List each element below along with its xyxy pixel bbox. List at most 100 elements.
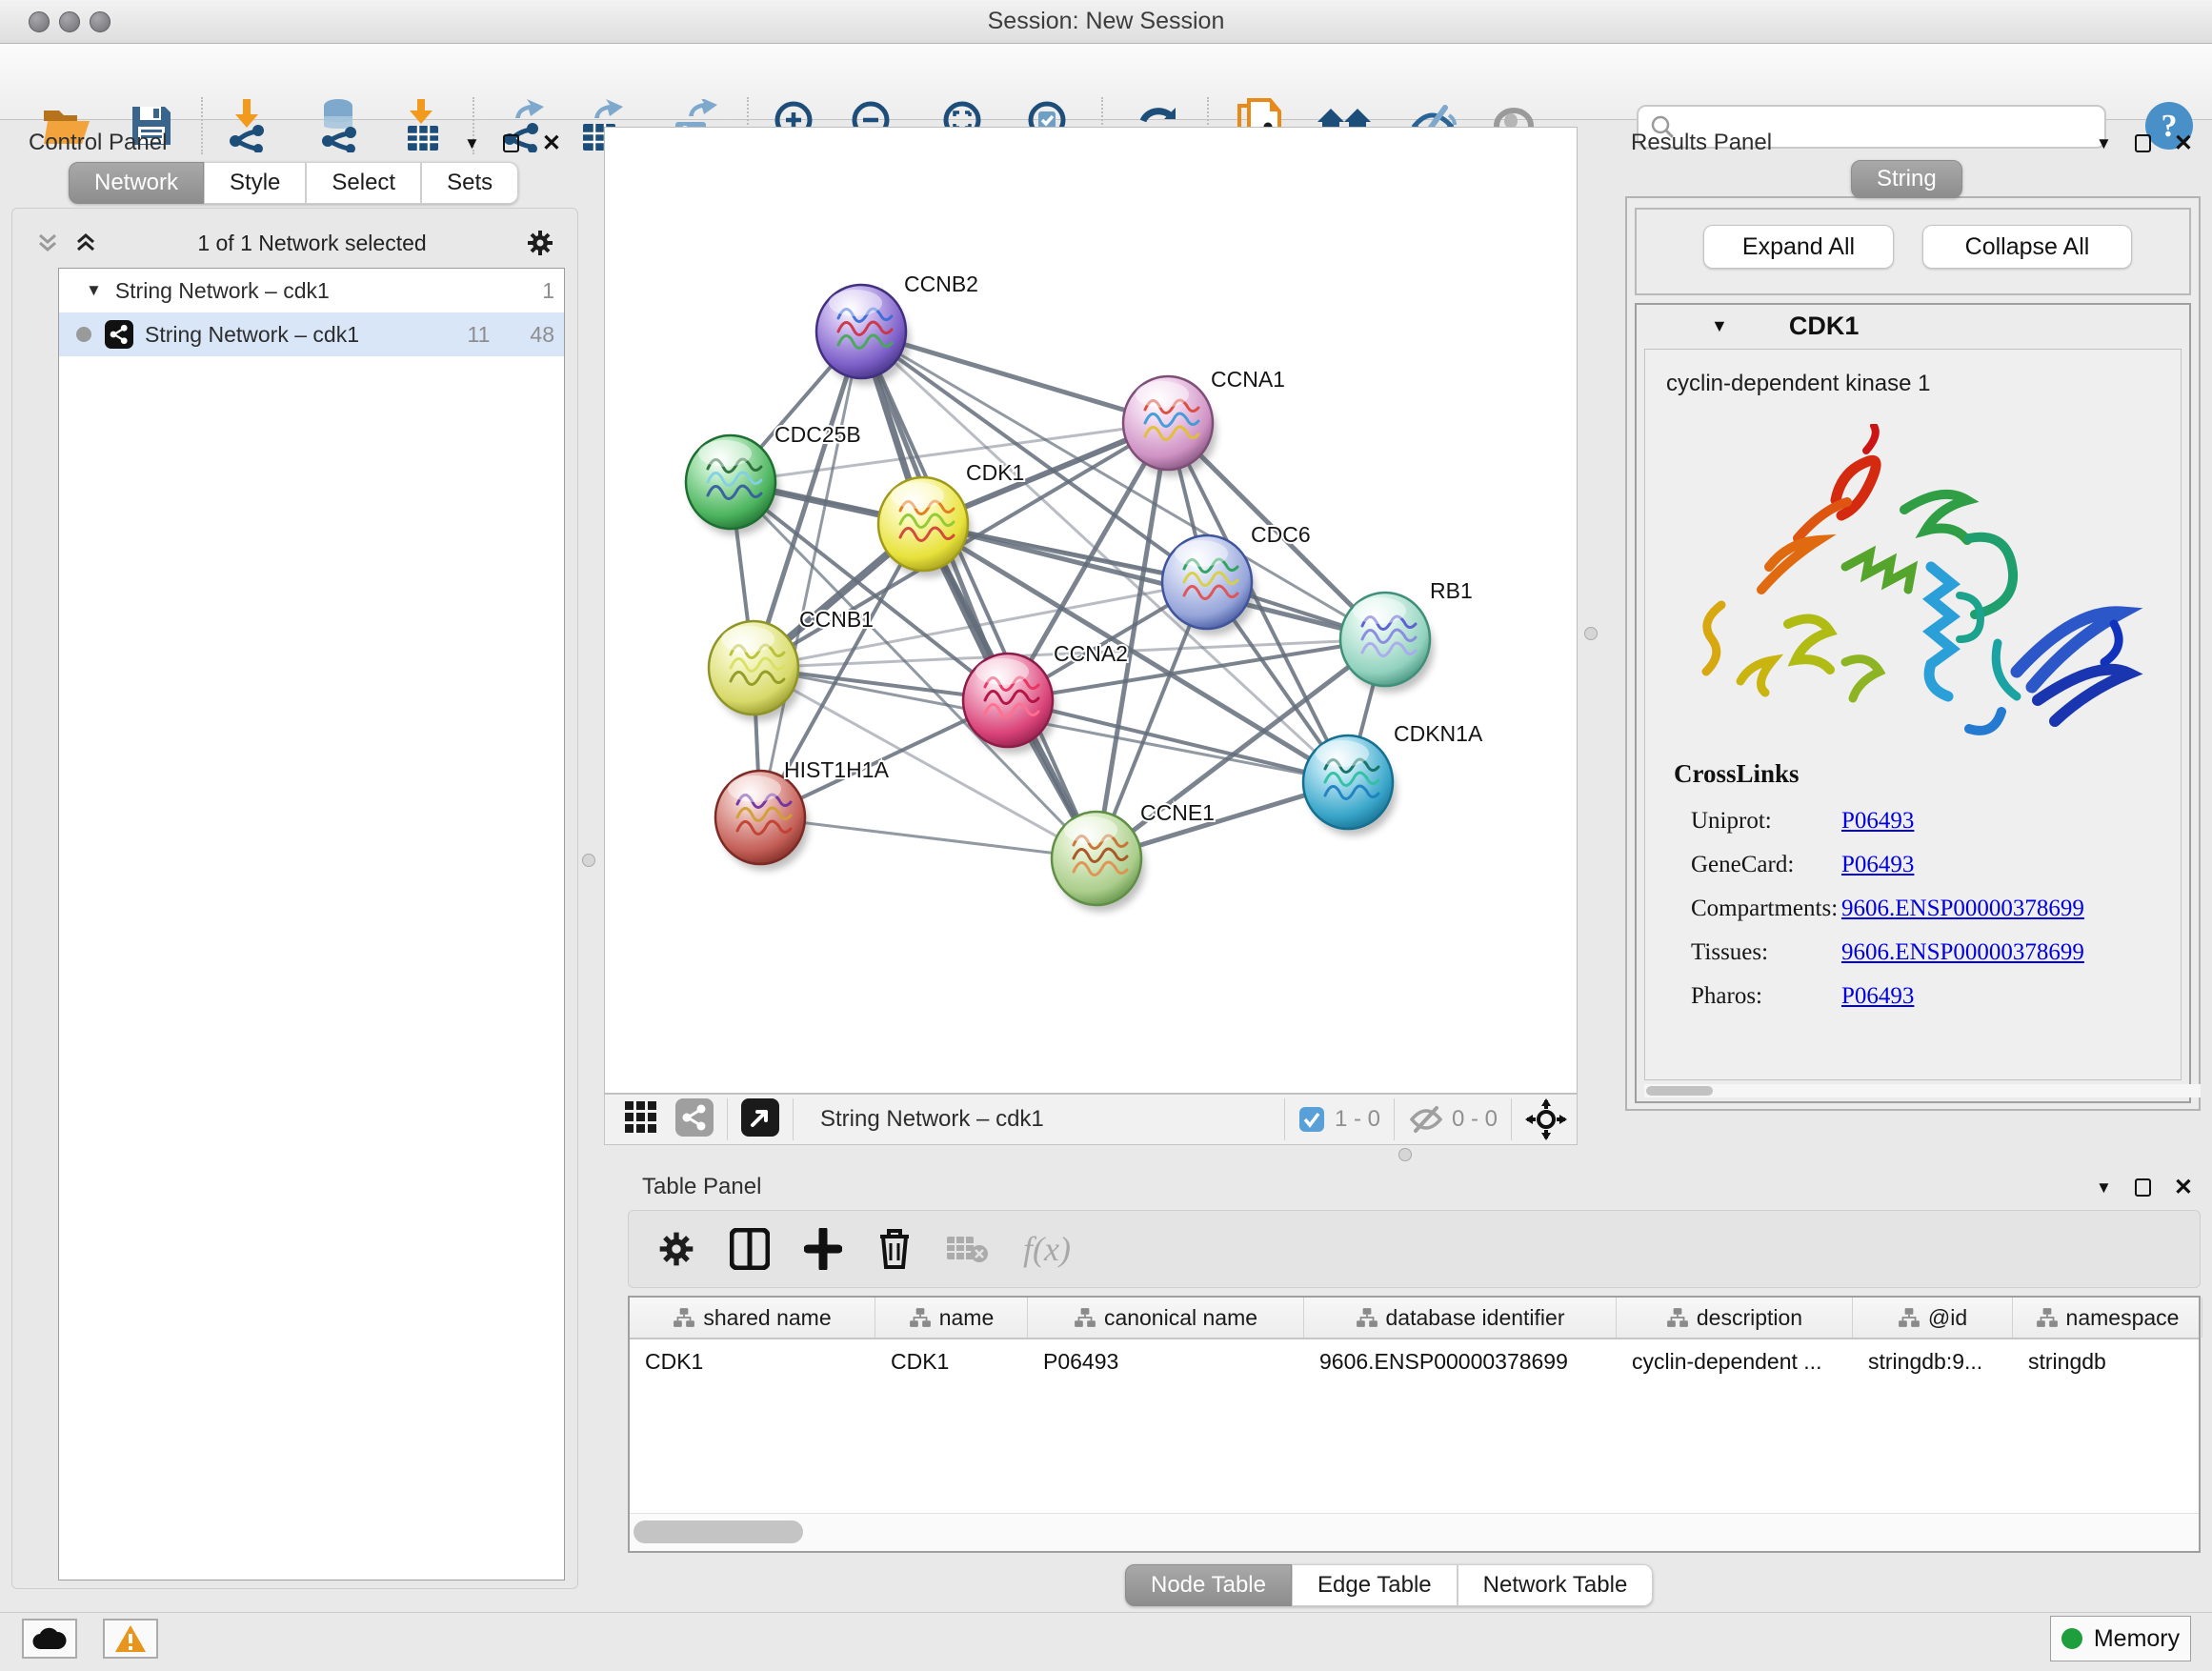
- table-row[interactable]: CDK1CDK1P064939606.ENSP00000378699cyclin…: [630, 1339, 2199, 1383]
- network-selection-status: 1 of 1 Network selected: [98, 231, 526, 256]
- left-splitter-handle[interactable]: [582, 854, 595, 867]
- import-network-file-icon[interactable]: [215, 93, 278, 158]
- right-splitter-handle[interactable]: [1584, 627, 1598, 640]
- table-gear-icon[interactable]: [657, 1230, 695, 1268]
- hidden-eye-icon: [1408, 1105, 1444, 1134]
- show-columns-icon[interactable]: [730, 1228, 770, 1270]
- results-tab-string[interactable]: String: [1851, 160, 1962, 198]
- table-cell[interactable]: 9606.ENSP00000378699: [1304, 1339, 1617, 1383]
- tab-network-table[interactable]: Network Table: [1458, 1564, 1654, 1606]
- tab-select[interactable]: Select: [306, 162, 421, 204]
- table-panel-collapse-icon[interactable]: ▼: [2096, 1178, 2112, 1198]
- table-cell[interactable]: stringdb:9...: [1853, 1339, 2013, 1383]
- crosslink-link[interactable]: P06493: [1841, 983, 1914, 1010]
- node-label: CDC6: [1251, 522, 1311, 547]
- node-layer: [686, 285, 1434, 912]
- expand-all-button[interactable]: Expand All: [1703, 225, 1894, 269]
- window-close-button[interactable]: [29, 11, 50, 32]
- node-CCNA2[interactable]: [963, 654, 1056, 754]
- column-header-sharedname[interactable]: shared name: [630, 1298, 875, 1338]
- crosslink-link[interactable]: P06493: [1841, 852, 1914, 878]
- gene-name: CDK1: [1789, 312, 1860, 341]
- node-label: CCNE1: [1140, 800, 1215, 825]
- results-panel-close-icon[interactable]: ✕: [2174, 130, 2193, 157]
- crosslink-link[interactable]: P06493: [1841, 808, 1914, 835]
- main-toolbar: ?: [0, 44, 2212, 120]
- window-minimize-button[interactable]: [59, 11, 80, 32]
- window-zoom-button[interactable]: [90, 11, 111, 32]
- node-CCNE1[interactable]: [1052, 812, 1145, 912]
- network-options-gear-icon[interactable]: [526, 229, 554, 257]
- node-CCNA1[interactable]: [1123, 376, 1217, 476]
- table-hscrollbar[interactable]: [630, 1513, 2199, 1551]
- tree-expand-icon[interactable]: ▼: [86, 281, 102, 300]
- import-network-database-icon[interactable]: [307, 93, 370, 158]
- network-tree: ▼String Network – cdk11String Network – …: [58, 268, 565, 1580]
- gene-collapse-icon[interactable]: ▼: [1711, 316, 1728, 336]
- control-panel-close-icon[interactable]: ✕: [542, 130, 561, 157]
- network-canvas[interactable]: CCNB2CCNA1CDC25BCDK1CDC6RB1CCNB1CCNA2CDK…: [604, 127, 1578, 1094]
- tab-sets[interactable]: Sets: [421, 162, 518, 204]
- import-table-icon[interactable]: [392, 93, 454, 158]
- cloud-button[interactable]: [22, 1619, 77, 1659]
- node-CDC6[interactable]: [1162, 535, 1256, 635]
- results-panel-collapse-icon[interactable]: ▼: [2096, 134, 2112, 153]
- tab-node-table[interactable]: Node Table: [1125, 1564, 1292, 1606]
- control-panel-collapse-icon[interactable]: ▼: [464, 134, 480, 153]
- column-header-canonicalname[interactable]: canonical name: [1028, 1298, 1304, 1338]
- current-view-dot: [76, 327, 91, 342]
- control-panel-title: Control Panel: [29, 130, 167, 156]
- table-panel-close-icon[interactable]: ✕: [2174, 1174, 2193, 1201]
- node-label: CCNB1: [799, 607, 874, 632]
- control-panel-float-icon[interactable]: [503, 134, 519, 152]
- column-header-description[interactable]: description: [1617, 1298, 1853, 1338]
- table-cell[interactable]: cyclin-dependent ...: [1617, 1339, 1853, 1383]
- node-table: shared namenamecanonical namedatabase id…: [628, 1296, 2201, 1553]
- column-header-id[interactable]: @id: [1853, 1298, 2013, 1338]
- column-header-databaseidentifier[interactable]: database identifier: [1304, 1298, 1617, 1338]
- table-cell[interactable]: stringdb: [2013, 1339, 2202, 1383]
- results-hscrollbar[interactable]: [1644, 1084, 2201, 1097]
- tab-style[interactable]: Style: [204, 162, 306, 204]
- crosslink-link[interactable]: 9606.ENSP00000378699: [1841, 896, 2084, 922]
- warnings-button[interactable]: [103, 1619, 158, 1659]
- edge[interactable]: [760, 817, 1096, 858]
- delete-column-icon[interactable]: [876, 1227, 913, 1271]
- title-bar: Session: New Session: [0, 0, 2212, 44]
- network-tree-row[interactable]: String Network – cdk11148: [59, 312, 564, 356]
- memory-button[interactable]: Memory: [2050, 1616, 2191, 1661]
- collapse-all-icon[interactable]: [35, 232, 60, 254]
- add-column-icon[interactable]: [804, 1228, 842, 1270]
- network-tree-row[interactable]: ▼String Network – cdk11: [59, 269, 564, 312]
- delete-table-icon: [947, 1233, 989, 1265]
- edge[interactable]: [861, 332, 1096, 858]
- node-RB1[interactable]: [1340, 593, 1434, 693]
- table-cell[interactable]: CDK1: [875, 1339, 1028, 1383]
- collapse-all-button[interactable]: Collapse All: [1922, 225, 2132, 269]
- crosslink-link[interactable]: 9606.ENSP00000378699: [1841, 939, 2084, 966]
- pan-crosshair-icon[interactable]: [1525, 1098, 1567, 1140]
- node-CDKN1A[interactable]: [1303, 735, 1397, 836]
- bottom-splitter-handle[interactable]: [1398, 1148, 1412, 1161]
- node-label: CDC25B: [774, 422, 861, 447]
- selected-nodes-checkbox-icon[interactable]: [1298, 1106, 1325, 1133]
- column-header-namespace[interactable]: namespace: [2013, 1298, 2202, 1338]
- grid-view-icon[interactable]: [624, 1100, 658, 1139]
- network-share-icon[interactable]: [675, 1098, 714, 1141]
- tab-edge-table[interactable]: Edge Table: [1292, 1564, 1458, 1606]
- table-cell[interactable]: P06493: [1028, 1339, 1304, 1383]
- protein-structure-image: [1683, 424, 2160, 748]
- memory-label: Memory: [2094, 1625, 2180, 1653]
- expand-all-icon[interactable]: [73, 232, 98, 254]
- tab-network[interactable]: Network: [69, 162, 204, 204]
- network-view-toolbar: String Network – cdk1 1 - 0 0 - 0: [604, 1094, 1578, 1145]
- hidden-count: 0 - 0: [1452, 1106, 1498, 1133]
- node-CDC25B[interactable]: [686, 435, 779, 535]
- results-panel-float-icon[interactable]: [2135, 134, 2151, 152]
- table-cell[interactable]: CDK1: [630, 1339, 875, 1383]
- node-HIST1H1A[interactable]: [715, 771, 809, 871]
- node-CDK1[interactable]: [878, 477, 972, 577]
- column-header-name[interactable]: name: [875, 1298, 1028, 1338]
- table-panel-float-icon[interactable]: [2135, 1178, 2151, 1197]
- birds-eye-view-icon[interactable]: [741, 1098, 779, 1141]
